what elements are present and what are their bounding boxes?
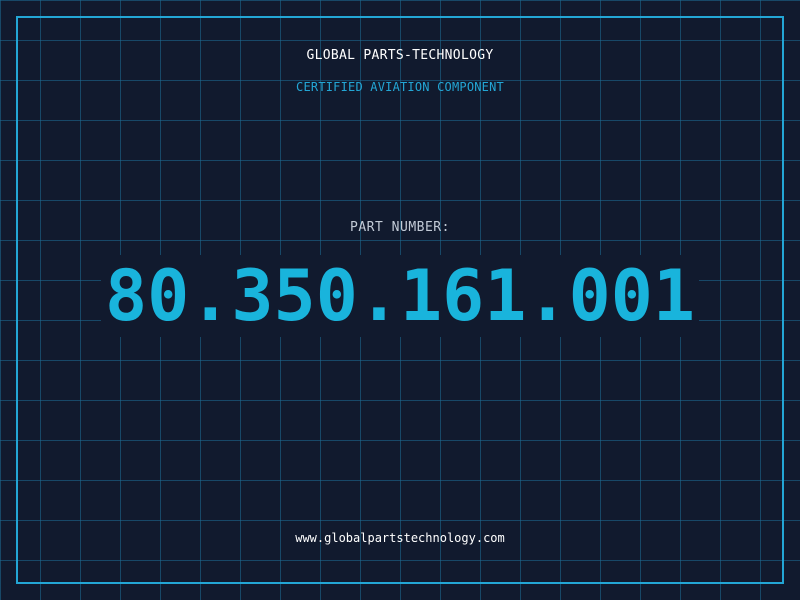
part-number-value: 80.350.161.001 xyxy=(0,255,800,337)
company-name: GLOBAL PARTS-TECHNOLOGY xyxy=(306,48,494,63)
tagline: CERTIFIED AVIATION COMPONENT xyxy=(296,80,504,94)
website-url: www.globalpartstechnology.com xyxy=(295,531,505,545)
part-number-label: PART NUMBER: xyxy=(350,220,450,235)
part-number-text: 80.350.161.001 xyxy=(100,255,699,337)
